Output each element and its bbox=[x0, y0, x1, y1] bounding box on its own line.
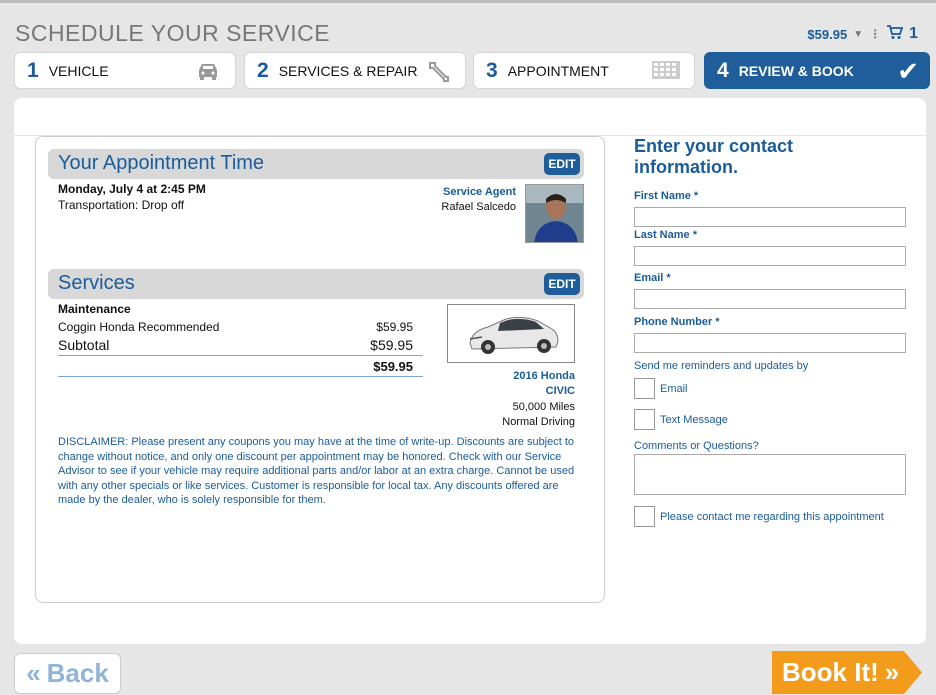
email-label: Email * bbox=[634, 272, 671, 284]
subtotal-value: $59.95 bbox=[370, 337, 413, 353]
phone-label: Phone Number * bbox=[634, 316, 720, 328]
agent-name: Rafael Salcedo bbox=[441, 201, 516, 213]
phone-input[interactable] bbox=[634, 333, 906, 353]
last-name-input[interactable] bbox=[634, 246, 906, 266]
reminders-label: Send me reminders and updates by bbox=[634, 360, 809, 372]
back-button[interactable]: « Back bbox=[14, 653, 121, 694]
contact-me-checkbox[interactable] bbox=[634, 506, 655, 527]
vehicle-year-make: 2016 Honda bbox=[513, 370, 575, 382]
comments-label: Comments or Questions? bbox=[634, 440, 759, 452]
services-heading: Services bbox=[58, 272, 135, 294]
step-appointment[interactable]: 3 APPOINTMENT bbox=[473, 52, 695, 89]
step-review-book[interactable]: 4 REVIEW & BOOK ✔ bbox=[704, 52, 930, 89]
agent-label: Service Agent bbox=[443, 186, 516, 198]
first-name-label: First Name * bbox=[634, 190, 699, 202]
service-item-price: $59.95 bbox=[376, 320, 413, 334]
first-name-input[interactable] bbox=[634, 207, 906, 227]
email-reminder-label: Email bbox=[660, 383, 688, 395]
service-item-name: Coggin Honda Recommended bbox=[58, 320, 220, 334]
step-label: VEHICLE bbox=[48, 62, 109, 79]
double-chevron-left-icon: « bbox=[26, 658, 41, 688]
chevron-down-icon[interactable]: ▼ bbox=[853, 29, 863, 40]
book-it-label: Book It! bbox=[782, 657, 879, 687]
edit-services-button[interactable]: EDIT bbox=[544, 273, 580, 295]
progress-steps: 1 VEHICLE 2 SERVICES & REPAIR 3 APPOINTM… bbox=[14, 52, 930, 90]
cart-icon[interactable] bbox=[887, 25, 904, 43]
cart-count: 1 bbox=[909, 25, 918, 42]
divider bbox=[58, 355, 423, 356]
vehicle-driving: Normal Driving bbox=[502, 416, 575, 428]
vehicle-image bbox=[447, 304, 575, 363]
main-panel: Your Appointment Time EDIT Monday, July … bbox=[14, 98, 926, 644]
step-number: 3 bbox=[486, 58, 498, 82]
divider bbox=[58, 376, 423, 377]
total-value: $59.95 bbox=[373, 359, 413, 374]
last-name-label: Last Name * bbox=[634, 229, 697, 241]
edit-appointment-button[interactable]: EDIT bbox=[544, 153, 580, 175]
text-reminder-checkbox[interactable] bbox=[634, 409, 655, 430]
disclaimer-text: DISCLAIMER: Please present any coupons y… bbox=[58, 436, 575, 506]
appointment-date-time: Monday, July 4 at 2:45 PM bbox=[58, 182, 206, 196]
cart-summary[interactable]: $59.95 ▼ ⋮ 1 bbox=[807, 25, 918, 43]
email-reminder-checkbox[interactable] bbox=[634, 378, 655, 399]
car-icon bbox=[195, 61, 221, 86]
calendar-icon bbox=[652, 61, 680, 84]
transportation-text: Transportation: Drop off bbox=[58, 198, 185, 212]
email-input[interactable] bbox=[634, 289, 906, 309]
page-title: SCHEDULE YOUR SERVICE bbox=[15, 20, 331, 46]
appointment-header: Your Appointment Time EDIT bbox=[48, 149, 584, 179]
book-it-button[interactable]: Book It! » bbox=[772, 651, 922, 694]
step-number: 2 bbox=[257, 58, 269, 82]
more-icon[interactable]: ⋮ bbox=[869, 27, 881, 41]
text-reminder-label: Text Message bbox=[660, 414, 728, 426]
step-label: SERVICES & REPAIR bbox=[278, 62, 418, 79]
services-header: Services EDIT bbox=[48, 269, 584, 299]
appointment-heading: Your Appointment Time bbox=[58, 152, 265, 174]
contact-me-label: Please contact me regarding this appoint… bbox=[660, 511, 884, 523]
step-label: REVIEW & BOOK bbox=[738, 62, 854, 79]
subtotal-label: Subtotal bbox=[58, 337, 110, 353]
contact-title: Enter your contact information. bbox=[634, 136, 794, 177]
summary-card: Your Appointment Time EDIT Monday, July … bbox=[35, 136, 605, 603]
vehicle-model: CIVIC bbox=[545, 385, 575, 397]
service-category: Maintenance bbox=[58, 302, 131, 316]
step-vehicle[interactable]: 1 VEHICLE bbox=[14, 52, 236, 89]
step-services-repair[interactable]: 2 SERVICES & REPAIR bbox=[244, 52, 466, 89]
cart-total: $59.95 bbox=[807, 26, 848, 42]
wrench-icon bbox=[427, 61, 451, 88]
comments-textarea[interactable] bbox=[634, 454, 906, 495]
step-number: 1 bbox=[27, 58, 39, 82]
step-label: APPOINTMENT bbox=[507, 62, 609, 79]
double-chevron-right-icon: » bbox=[884, 657, 900, 687]
step-number: 4 bbox=[717, 58, 729, 82]
avatar bbox=[525, 184, 584, 243]
check-icon: ✔ bbox=[897, 56, 919, 86]
back-label: Back bbox=[46, 658, 109, 688]
vehicle-mileage: 50,000 Miles bbox=[512, 401, 575, 413]
